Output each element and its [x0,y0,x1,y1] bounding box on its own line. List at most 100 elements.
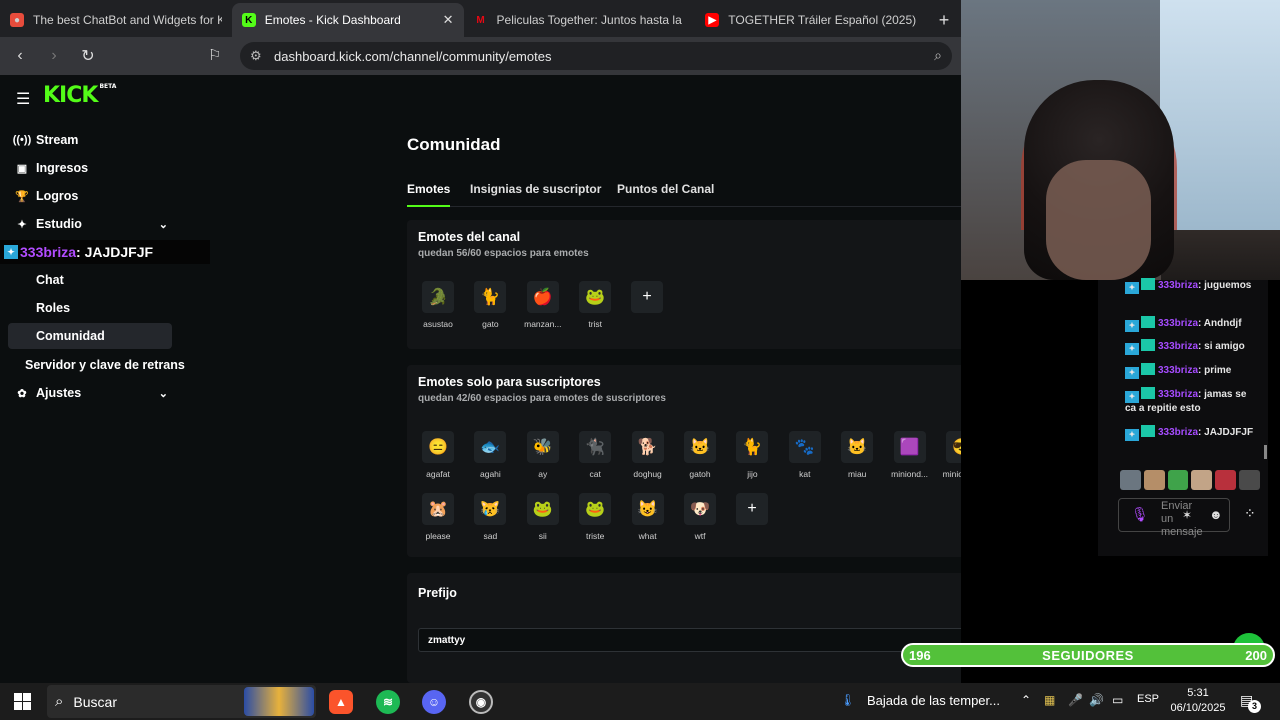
tab-chatbot[interactable]: ● The best ChatBot and Widgets for Kick [0,3,232,37]
back-icon[interactable]: ‹ [6,47,34,65]
emote-item[interactable]: 🐈‍⬛ cat [569,431,621,479]
emote-label: ay [538,469,548,479]
obs-icon[interactable]: ◉ [469,690,493,714]
tab-kick-dashboard[interactable]: K Emotes - Kick Dashboard ✕ [231,3,464,37]
emote-item[interactable]: 🍎 manzan... [517,281,569,329]
sidebar-item-chat[interactable]: Chat [8,267,172,293]
close-tab-icon[interactable]: ✕ [443,12,454,28]
emote-label: kat [799,469,811,479]
sidebar-item-logros[interactable]: 🏆 Logros [8,183,172,209]
network-icon[interactable]: ▭ [1112,693,1123,707]
forward-icon[interactable]: › [40,47,68,65]
emote-label: doghug [633,469,662,479]
thermometer-icon: 🌡 [840,693,856,707]
weather-text[interactable]: Bajada de las temper... [867,693,1000,708]
chat-message: ✦ 333briza: JAJDJFJF [1125,425,1255,441]
sidebar-item-comunidad[interactable]: Comunidad [8,323,172,349]
emote-item[interactable]: 🐕 doghug [622,431,674,479]
tab-puntos[interactable]: Puntos del Canal [617,182,714,207]
emote-item[interactable]: 🐹 please [412,493,464,541]
language-indicator[interactable]: ESP [1137,693,1159,705]
emote-label: triste [585,531,605,541]
send-message-input[interactable]: 🎙 Enviar un mensaje ✶ ☻ [1118,498,1230,538]
more-icon[interactable]: ⁘ [1244,505,1256,522]
sidebar-item-label: Comunidad [36,329,105,343]
webcam-window [1160,0,1280,230]
emote-item[interactable]: 🐱 gatoh [674,431,726,479]
kick-logo[interactable]: KICK BETA [43,83,116,108]
system-clock[interactable]: 5:31 06/10/2025 [1168,686,1228,716]
emote-item[interactable]: 🐶 wtf [674,493,726,541]
emote-image: 🟪 [893,431,926,463]
smiley-icon[interactable]: ☻ [1209,507,1223,522]
notifications-icon[interactable]: ▤ 3 [1240,692,1261,713]
webcam-face [1046,160,1151,280]
emote-item[interactable]: 🐸 sii [517,493,569,541]
discord-icon[interactable]: ☺ [422,690,446,714]
emote-item[interactable]: 🐝 ay [517,431,569,479]
emote-item[interactable]: 🐱 miau [831,431,883,479]
emote-item[interactable]: 😿 sad [464,493,516,541]
emote-item[interactable]: 🐟 agahi [464,431,516,479]
tab-peliculas[interactable]: M Peliculas Together: Juntos hasta la m [464,3,696,37]
add-emote-button[interactable]: + [631,281,663,313]
url-field[interactable]: ⚙ dashboard.kick.com/channel/community/e… [240,42,952,70]
volume-icon[interactable]: 🔊 [1089,693,1104,707]
new-tab-button[interactable]: + [927,3,961,37]
prefix-card: Prefijo zmattyy [407,573,961,683]
windows-taskbar: ⌕ Buscar ▲ ≋ ☺ ◉ 🌡 Bajada de las temper.… [0,683,1280,720]
emote-image: 🐹 [422,493,454,525]
mic-icon[interactable]: 🎤 [1068,693,1083,707]
emote-image: 😺 [631,493,664,525]
emote-icon[interactable]: ✶ [1182,508,1192,522]
sidebar-item-estudio[interactable]: ✦ Estudio ⌄ [8,211,172,237]
menu-icon[interactable]: ☰ [16,89,30,109]
webcam-overlay [961,0,1280,280]
tray-app-icon[interactable]: ▦ [1044,693,1055,707]
search-label: Buscar [73,693,117,710]
tab-insignias[interactable]: Insignias de suscriptor [470,182,601,207]
chat-message: ✦ 333briza: jamas se ca a repitie esto [1125,387,1255,415]
zoom-icon[interactable]: ⌕ [934,47,942,64]
emote-item[interactable]: 🐊 asustao [412,281,464,329]
emote-item[interactable]: 😺 what [622,493,674,541]
windows-start-icon[interactable] [14,693,31,710]
sidebar-item-stream[interactable]: ((•)) Stream [8,127,172,153]
tab-youtube[interactable]: ▶ TOGETHER Tráiler Español (2025) - Yo [695,3,927,37]
emote-item[interactable]: 😑 agafat [412,431,464,479]
emote-item[interactable]: 🐾 kat [779,431,831,479]
badge-icon: ✦ [1125,391,1139,403]
emote-image: 🐈 [474,281,507,313]
emote-item[interactable]: 🐈 jijo [726,431,778,479]
bookmark-icon[interactable]: ⚐ [208,46,221,64]
emote-thumb[interactable] [1215,470,1237,490]
chat-text: : prime [1198,365,1232,376]
emote-item[interactable]: 🐈 gato [464,281,516,329]
sidebar-item-roles[interactable]: Roles [8,295,172,321]
emote-thumb[interactable] [1191,470,1213,490]
taskbar-search[interactable]: ⌕ Buscar [47,685,316,718]
chat-scrollbar[interactable] [1264,445,1267,459]
sidebar-item-ingresos[interactable]: ▣ Ingresos [8,155,172,181]
chevron-up-icon[interactable]: ⌃ [1021,693,1031,707]
emote-item[interactable]: 🐸 triste [569,493,621,541]
emote-item[interactable]: 🐸 trist [569,281,621,329]
emote-thumb[interactable] [1120,470,1141,490]
emote-item[interactable]: 😎 minionle... [936,431,961,479]
emote-item[interactable]: 🟪 miniond... [884,431,936,479]
tab-emotes[interactable]: Emotes [407,182,451,207]
prefix-input[interactable]: zmattyy [418,628,961,652]
tab-title: Emotes - Kick Dashboard [264,13,401,27]
reload-icon[interactable]: ↻ [74,46,102,66]
sidebar-item-servidor[interactable]: Servidor y clave de retrans [8,352,208,378]
emote-thumb[interactable] [1239,470,1260,490]
sidebar-item-ajustes[interactable]: ✿ Ajustes ⌄ [8,380,172,406]
spotify-icon[interactable]: ≋ [376,690,400,714]
tab-title: Peliculas Together: Juntos hasta la m [496,13,686,27]
brave-icon[interactable]: ▲ [329,690,353,714]
add-emote-button[interactable]: + [736,493,768,525]
emote-thumb[interactable] [1167,470,1189,490]
mic-icon[interactable]: 🎙 [1131,506,1149,523]
site-settings-icon[interactable]: ⚙ [250,48,262,64]
emote-thumb[interactable] [1143,470,1165,490]
